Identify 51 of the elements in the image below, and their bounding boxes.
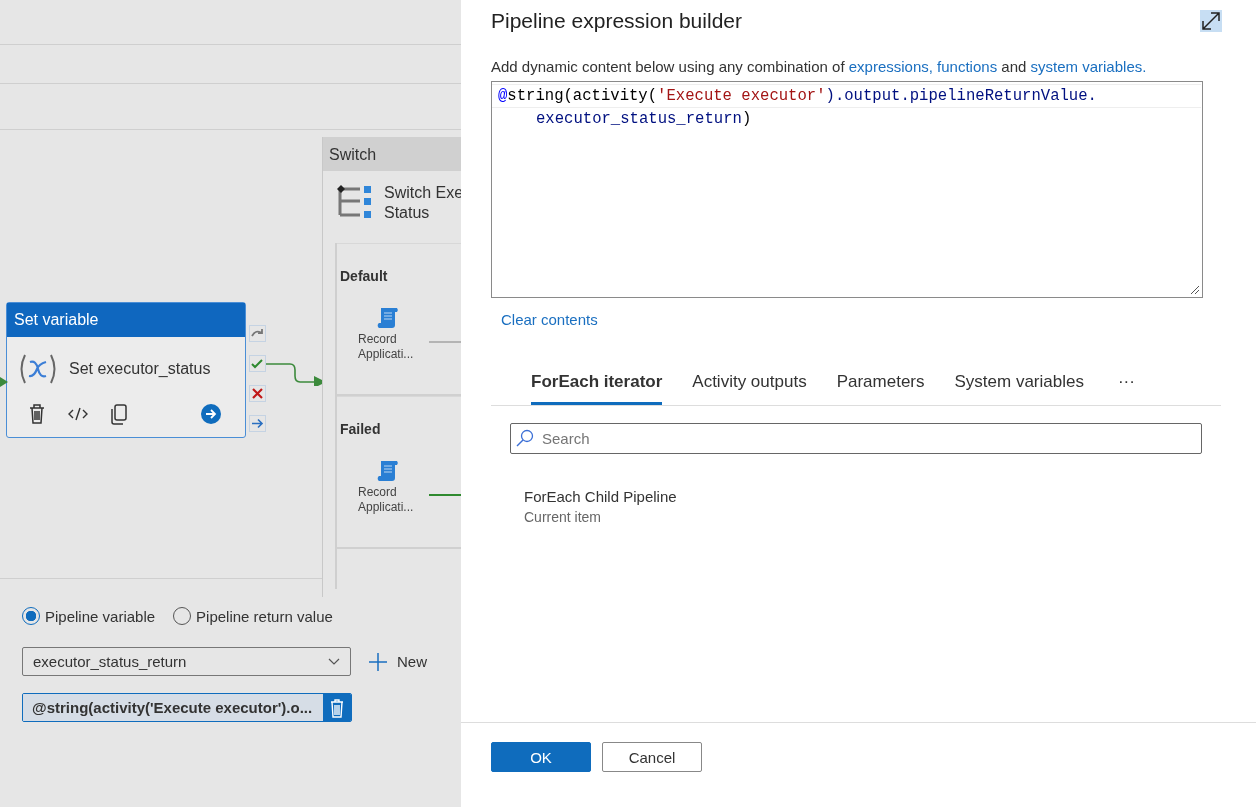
skip-icon[interactable] xyxy=(249,325,266,342)
scroll-icon xyxy=(375,306,401,330)
connector-arrow xyxy=(0,377,8,387)
search-field[interactable]: Search xyxy=(510,423,1202,454)
item-subtitle: Current item xyxy=(524,509,603,525)
radio-option[interactable]: Pipeline return value xyxy=(173,607,333,625)
activity-name: Record Applicati... xyxy=(358,485,415,515)
tab[interactable]: Activity outputs xyxy=(692,372,807,405)
trash-icon[interactable] xyxy=(323,694,351,721)
link[interactable]: system variables. xyxy=(1030,58,1147,75)
scroll-icon xyxy=(375,459,401,483)
case-label: Default xyxy=(339,267,389,284)
switch-icon xyxy=(336,183,372,219)
code-icon[interactable] xyxy=(67,405,89,423)
trash-icon[interactable] xyxy=(27,403,47,425)
chevron-down-icon xyxy=(328,657,340,666)
panel-title: Pipeline expression builder xyxy=(491,9,742,33)
radio-option[interactable]: Pipeline variable xyxy=(22,607,156,625)
tab[interactable]: ForEach iterator xyxy=(531,372,663,405)
cross-icon[interactable] xyxy=(249,385,266,402)
copy-icon[interactable] xyxy=(109,403,129,425)
code-line: executor_status_return) xyxy=(535,109,753,130)
case-label: Failed xyxy=(339,420,382,437)
switch-header: Switch xyxy=(323,137,461,171)
clear-contents-link[interactable]: Clear contents xyxy=(501,311,598,328)
plus-icon xyxy=(369,652,387,671)
expand-icon[interactable] xyxy=(1200,10,1222,32)
check-icon[interactable] xyxy=(249,355,266,372)
arrow-circle-icon[interactable] xyxy=(201,404,221,424)
variable-dropdown[interactable]: executor_status_return xyxy=(22,647,351,676)
more-button[interactable]: ··· xyxy=(1113,372,1135,405)
search-icon xyxy=(516,429,534,447)
arrow-right-icon[interactable] xyxy=(249,415,266,432)
tab[interactable]: Parameters xyxy=(836,372,925,405)
node-title: Set executor_status xyxy=(69,360,211,378)
expression-editor[interactable]: @string(activity('Execute executor').output.pipelineReturnValue. executor_status_return) xyxy=(491,81,1203,298)
description-text: Add dynamic content below using any combination of expressions, functions and system variables. xyxy=(491,58,1148,75)
link[interactable]: expressions, functions xyxy=(848,58,998,75)
ok-button[interactable]: OK xyxy=(491,742,591,772)
cancel-button[interactable]: Cancel xyxy=(602,742,702,772)
node-header: Set variable xyxy=(7,303,245,337)
activity-node[interactable]: Set variable Set executor_status xyxy=(6,302,246,438)
code-line: @string(activity('Execute executor').output.pipelineReturnValue. xyxy=(492,84,1201,108)
new-button[interactable]: New xyxy=(369,652,427,671)
activity-name: Record Applicati... xyxy=(358,332,415,362)
item-title[interactable]: ForEach Child Pipeline xyxy=(524,488,1222,505)
tab[interactable]: System variables xyxy=(954,372,1084,405)
switch-title: Status xyxy=(384,203,431,223)
expression-value[interactable]: @string(activity('Execute executor').o... xyxy=(23,694,323,721)
radio-button[interactable] xyxy=(22,607,40,625)
resize-grip-icon xyxy=(1190,285,1200,295)
